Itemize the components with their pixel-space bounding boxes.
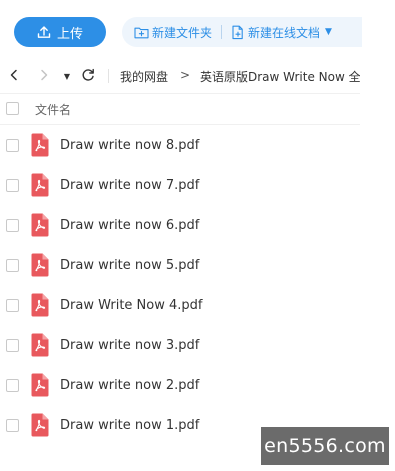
new-online-doc-label: 新建在线文档 (248, 25, 321, 40)
file-name[interactable]: Draw write now 2.pdf (60, 378, 199, 393)
file-checkbox[interactable] (6, 259, 19, 272)
file-checkbox[interactable] (6, 419, 19, 432)
new-online-doc-button[interactable]: 新建在线文档 ▼ (231, 24, 332, 41)
action-divider (221, 25, 223, 39)
new-online-doc-icon (231, 25, 245, 40)
list-header: 文件名 (0, 96, 360, 122)
caret-down-icon: ▼ (63, 71, 71, 81)
upload-button[interactable]: 上传 (14, 17, 106, 47)
select-all-checkbox[interactable] (6, 102, 19, 115)
forward-button[interactable] (36, 68, 52, 84)
file-name[interactable]: Draw Write Now 4.pdf (60, 298, 202, 313)
toolbar: 上传 新建文件夹 新建在线文档 ▼ (0, 0, 395, 62)
file-row[interactable]: Draw write now 2.pdf (0, 366, 360, 406)
file-checkbox[interactable] (6, 299, 19, 312)
history-dropdown-button[interactable]: ▼ (62, 68, 72, 84)
file-checkbox[interactable] (6, 139, 19, 152)
nav-divider (108, 69, 109, 83)
upload-label: 上传 (56, 26, 83, 42)
file-row[interactable]: Draw write now 8.pdf (0, 126, 360, 166)
file-row[interactable]: Draw write now 6.pdf (0, 206, 360, 246)
breadcrumb-current: 英语原版Draw Write Now 全 (200, 70, 360, 84)
back-button[interactable] (6, 68, 22, 84)
column-header-filename[interactable]: 文件名 (35, 101, 71, 118)
file-checkbox[interactable] (6, 179, 19, 192)
file-row[interactable]: Draw write now 5.pdf (0, 246, 360, 286)
breadcrumb-separator: > (180, 68, 191, 82)
action-bar: 新建文件夹 新建在线文档 ▼ (122, 17, 362, 47)
cloud-drive-window: 上传 新建文件夹 新建在线文档 ▼ ▼ 我的网盘 > 英语原版Draw Writ… (0, 0, 395, 471)
pdf-file-icon (31, 413, 49, 437)
chevron-right-icon (39, 69, 49, 84)
file-name[interactable]: Draw write now 5.pdf (60, 258, 199, 273)
pdf-file-icon (31, 173, 49, 197)
divider (0, 93, 360, 94)
watermark: en5556.com (261, 427, 389, 465)
file-row[interactable]: Draw write now 7.pdf (0, 166, 360, 206)
pdf-file-icon (31, 293, 49, 317)
file-name[interactable]: Draw write now 3.pdf (60, 338, 199, 353)
file-checkbox[interactable] (6, 379, 19, 392)
navigation-bar: ▼ 我的网盘 > 英语原版Draw Write Now 全 (0, 62, 360, 90)
pdf-file-icon (31, 373, 49, 397)
pdf-file-icon (31, 213, 49, 237)
file-name[interactable]: Draw write now 6.pdf (60, 218, 199, 233)
file-checkbox[interactable] (6, 339, 19, 352)
upload-icon (37, 25, 51, 39)
caret-down-icon[interactable]: ▼ (325, 27, 332, 37)
refresh-button[interactable] (80, 68, 96, 84)
new-folder-label: 新建文件夹 (152, 25, 213, 40)
file-row[interactable]: Draw write now 3.pdf (0, 326, 360, 366)
breadcrumb-root[interactable]: 我的网盘 (120, 68, 168, 85)
new-folder-button[interactable]: 新建文件夹 (134, 24, 212, 41)
file-name[interactable]: Draw write now 7.pdf (60, 178, 199, 193)
file-row[interactable]: Draw Write Now 4.pdf (0, 286, 360, 326)
divider (0, 124, 360, 125)
refresh-icon (81, 68, 95, 85)
new-folder-icon (134, 26, 149, 39)
chevron-left-icon (9, 69, 19, 84)
file-name[interactable]: Draw write now 8.pdf (60, 138, 199, 153)
file-checkbox[interactable] (6, 219, 19, 232)
pdf-file-icon (31, 133, 49, 157)
pdf-file-icon (31, 253, 49, 277)
file-name[interactable]: Draw write now 1.pdf (60, 418, 199, 433)
pdf-file-icon (31, 333, 49, 357)
